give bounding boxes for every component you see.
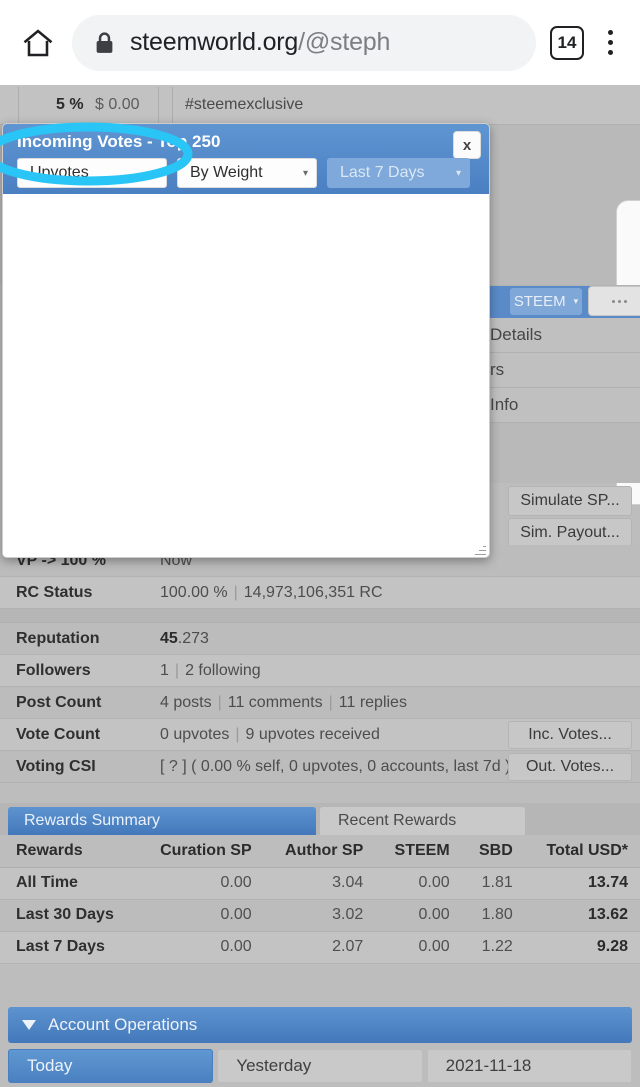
account-operations-title: Account Operations	[48, 1015, 198, 1034]
col-steem: STEEM	[375, 835, 462, 868]
tab-counter-button[interactable]: 14	[550, 25, 584, 60]
sort-by-select[interactable]: By Weight ▾	[177, 158, 317, 188]
stat-label: Post Count	[16, 693, 102, 711]
stat-row-divider	[0, 609, 640, 623]
account-stats-table: VP -> 100 % Now RC Status 100.00 % | 14,97…	[0, 545, 640, 783]
more-options-button[interactable]	[588, 286, 640, 316]
stat-label: Vote Count	[16, 725, 101, 743]
lock-icon	[94, 31, 116, 55]
simulate-sp-button[interactable]: Simulate SP...	[508, 486, 632, 516]
day-button-2021-11-18[interactable]: 2021-11-18	[426, 1049, 632, 1083]
modal-header: Incoming Votes - Top 250 x Upvotes ▾ By …	[3, 124, 489, 194]
stat-value: 100.00 % | 14,973,106,351 RC	[160, 583, 383, 601]
stat-label: Reputation	[16, 629, 100, 647]
cell-curation-sp: 0.00	[137, 867, 264, 900]
stat-row-reputation: Reputation 45.273	[0, 623, 640, 655]
rewards-tabbar: Rewards Summary Recent Rewards	[0, 803, 640, 835]
account-operations-header[interactable]: Account Operations	[8, 1007, 632, 1043]
vote-type-select[interactable]: Upvotes ▾	[17, 158, 167, 188]
vote-amount: $ 0.00	[95, 96, 140, 113]
cell-steem: 0.00	[375, 931, 462, 964]
chevron-down-icon: ▾	[573, 296, 579, 306]
cell-total-usd: 9.28	[524, 931, 640, 964]
row-label: All Time	[0, 867, 138, 900]
stat-label: RC Status	[16, 583, 93, 601]
outgoing-votes-button[interactable]: Out. Votes...	[508, 753, 632, 781]
resize-handle[interactable]	[474, 543, 486, 555]
rewards-table: Rewards Curation SP Author SP STEEM SBD …	[0, 835, 640, 964]
cell-sbd: 1.80	[461, 899, 525, 932]
cell-author-sp: 3.04	[263, 867, 376, 900]
stat-row-post-count: Post Count 4 posts | 11 comments | 11 replie…	[0, 687, 640, 719]
url-text: steemworld.org/@steph	[130, 28, 391, 56]
day-button-yesterday[interactable]: Yesterday	[217, 1049, 423, 1083]
cell-total-usd: 13.62	[524, 899, 640, 932]
stat-row-voting-csi: Voting CSI [ ? ] ( 0.00 % self, 0 upvote…	[0, 751, 640, 783]
chevron-down-icon: ▾	[455, 167, 461, 179]
address-bar[interactable]: steemworld.org/@steph	[72, 14, 536, 71]
account-operations-section: Account Operations Today Yesterday 2021-…	[0, 1007, 640, 1087]
stat-value: 0 upvotes | 9 upvotes received	[160, 725, 380, 743]
kebab-menu-icon[interactable]	[598, 23, 622, 63]
cell-author-sp: 2.07	[263, 931, 376, 964]
col-rewards: Rewards	[0, 835, 138, 868]
stat-row-rc-status: RC Status 100.00 % | 14,973,106,351 RC	[0, 577, 640, 609]
period-select[interactable]: Last 7 Days ▾	[327, 158, 470, 188]
cell-curation-sp: 0.00	[137, 899, 264, 932]
cell-author-sp: 3.02	[263, 899, 376, 932]
cell-total-usd: 13.74	[524, 867, 640, 900]
vote-percent: 5 %	[56, 96, 84, 113]
day-button-today[interactable]: Today	[8, 1049, 214, 1083]
table-row: Last 7 Days 0.00 2.07 0.00 1.22 9.28	[0, 931, 640, 964]
table-row: Last 30 Days 0.00 3.02 0.00 1.80 13.62	[0, 899, 640, 932]
close-icon[interactable]: x	[453, 131, 481, 159]
home-icon[interactable]	[18, 23, 58, 63]
stat-label: Followers	[16, 661, 91, 679]
app-root: steemworld.org/@steph 14 5 % $ 0.00 #ste…	[0, 0, 640, 1087]
col-total-usd: Total USD*	[524, 835, 640, 868]
cell-steem: 0.00	[375, 899, 462, 932]
stat-row-vote-count: Vote Count 0 upvotes | 9 upvotes received …	[0, 719, 640, 751]
chevron-down-icon: ▾	[152, 167, 158, 179]
day-selector-grid: Today Yesterday 2021-11-18 2021-11-17 20…	[0, 1049, 640, 1087]
stat-value: 45.273	[160, 629, 209, 647]
incoming-votes-button[interactable]: Inc. Votes...	[508, 721, 632, 749]
col-curation-sp: Curation SP	[137, 835, 264, 868]
modal-filters: Upvotes ▾ By Weight ▾ Last 7 Days ▾	[17, 158, 479, 188]
post-tag: #steemexclusive	[185, 96, 304, 113]
chevron-down-icon: ▾	[302, 167, 308, 179]
sim-payout-button[interactable]: Sim. Payout...	[508, 518, 632, 548]
triangle-down-icon	[22, 1020, 36, 1030]
modal-title: Incoming Votes - Top 250	[17, 132, 221, 151]
table-row: All Time 0.00 3.04 0.00 1.81 13.74	[0, 867, 640, 900]
stat-label: Voting CSI	[16, 757, 96, 775]
table-header-row: Rewards Curation SP Author SP STEEM SBD …	[0, 835, 640, 868]
post-summary-row: 5 % $ 0.00 #steemexclusive	[0, 85, 640, 125]
cell-sbd: 1.22	[461, 931, 525, 964]
cell-steem: 0.00	[375, 867, 462, 900]
modal-body	[3, 194, 489, 557]
stat-value: 4 posts | 11 comments | 11 replies	[160, 693, 407, 711]
rewards-section: Rewards Summary Recent Rewards Rewards C…	[0, 803, 640, 964]
browser-toolbar: steemworld.org/@steph 14	[0, 0, 640, 85]
row-label: Last 30 Days	[0, 899, 138, 932]
row-label: Last 7 Days	[0, 931, 138, 964]
tab-rewards-summary[interactable]: Rewards Summary	[8, 807, 316, 835]
tab-recent-rewards[interactable]: Recent Rewards	[320, 807, 525, 835]
stat-value: 1 | 2 following	[160, 661, 261, 679]
stat-row-followers: Followers 1 | 2 following	[0, 655, 640, 687]
cell-curation-sp: 0.00	[137, 931, 264, 964]
cell-sbd: 1.81	[461, 867, 525, 900]
col-author-sp: Author SP	[263, 835, 376, 868]
col-sbd: SBD	[461, 835, 525, 868]
stat-value: [ ? ] ( 0.00 % self, 0 upvotes, 0 accoun…	[160, 757, 511, 775]
incoming-votes-modal: Incoming Votes - Top 250 x Upvotes ▾ By …	[2, 123, 490, 558]
steem-currency-selector[interactable]: STEEM ▾	[510, 288, 582, 315]
